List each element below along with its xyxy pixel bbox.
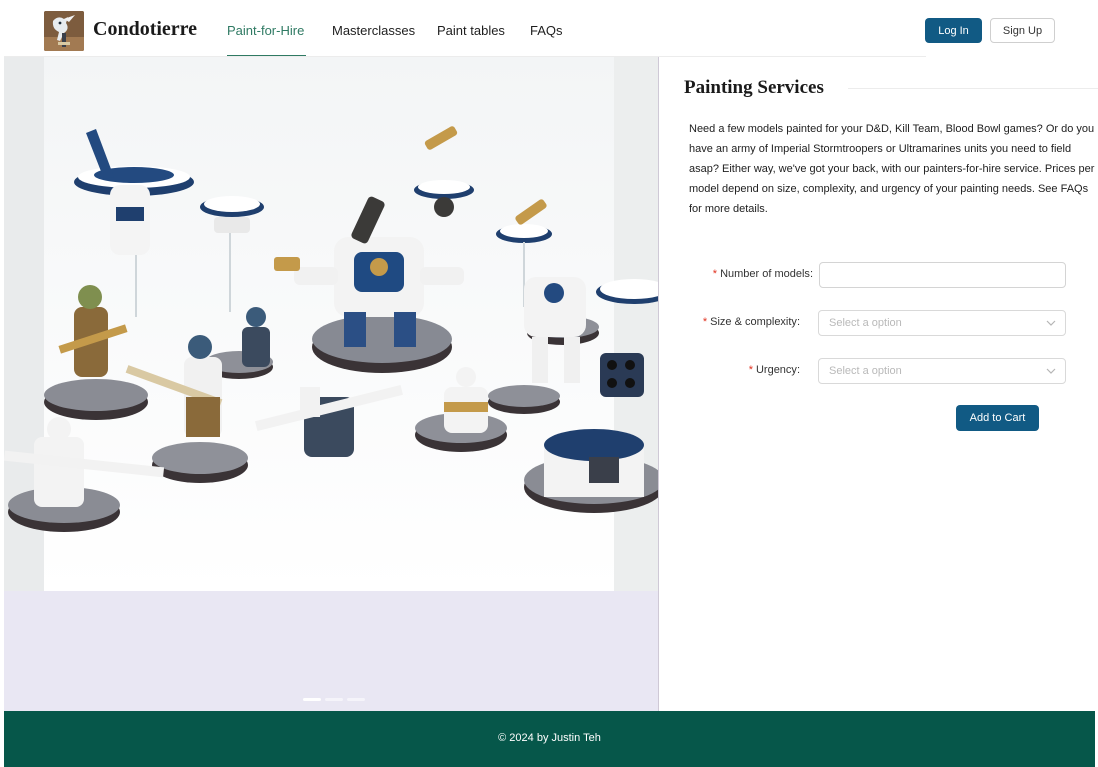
- required-mark: *: [748, 364, 753, 376]
- painter-bird-logo-icon: [44, 11, 84, 51]
- service-description: Need a few models painted for your D&D, …: [689, 123, 1095, 215]
- footer: © 2024 by Justin Teh: [4, 711, 1095, 767]
- urgency-placeholder: Select a option: [829, 365, 902, 377]
- miniatures-photo: [4, 57, 658, 591]
- brand-name[interactable]: Condotierre: [93, 18, 197, 41]
- add-to-cart-button[interactable]: Add to Cart: [956, 405, 1039, 431]
- models-label: * Number of models:: [712, 268, 813, 280]
- urgency-label-text: Urgency: [755, 364, 797, 376]
- size-label-text: Size & complexity: [710, 316, 797, 328]
- urgency-select[interactable]: Select a option: [818, 358, 1066, 384]
- nav-paint-for-hire[interactable]: Paint-for-Hire: [227, 23, 304, 38]
- login-button[interactable]: Log In: [925, 18, 982, 43]
- page-title: Painting Services: [684, 77, 824, 98]
- models-label-text: Number of models: [720, 268, 810, 280]
- carousel-dots: [303, 698, 365, 701]
- size-placeholder: Select a option: [829, 317, 902, 329]
- required-mark: *: [712, 268, 718, 280]
- size-complexity-select[interactable]: Select a option: [818, 310, 1066, 336]
- signup-button[interactable]: Sign Up: [990, 18, 1055, 43]
- required-mark: *: [702, 316, 708, 328]
- copyright-text: © 2024 by Justin Teh: [498, 732, 601, 744]
- size-label: * Size & complexity:: [702, 316, 800, 328]
- carousel-dot[interactable]: [303, 698, 321, 701]
- nav-masterclasses[interactable]: Masterclasses: [332, 23, 415, 38]
- carousel-dot[interactable]: [347, 698, 365, 701]
- top-navbar: Condotierre Paint-for-Hire Masterclasses…: [0, 0, 1098, 57]
- nav-faqs[interactable]: FAQs: [530, 23, 563, 38]
- number-of-models-input[interactable]: [819, 262, 1066, 288]
- image-carousel[interactable]: [4, 57, 659, 711]
- chevron-down-icon: [1046, 320, 1056, 326]
- carousel-dot[interactable]: [325, 698, 343, 701]
- brand-logo[interactable]: [44, 11, 84, 51]
- title-divider: [848, 88, 1098, 89]
- urgency-label: * Urgency:: [748, 364, 800, 376]
- chevron-down-icon: [1046, 368, 1056, 374]
- nav-paint-tables[interactable]: Paint tables: [437, 23, 505, 38]
